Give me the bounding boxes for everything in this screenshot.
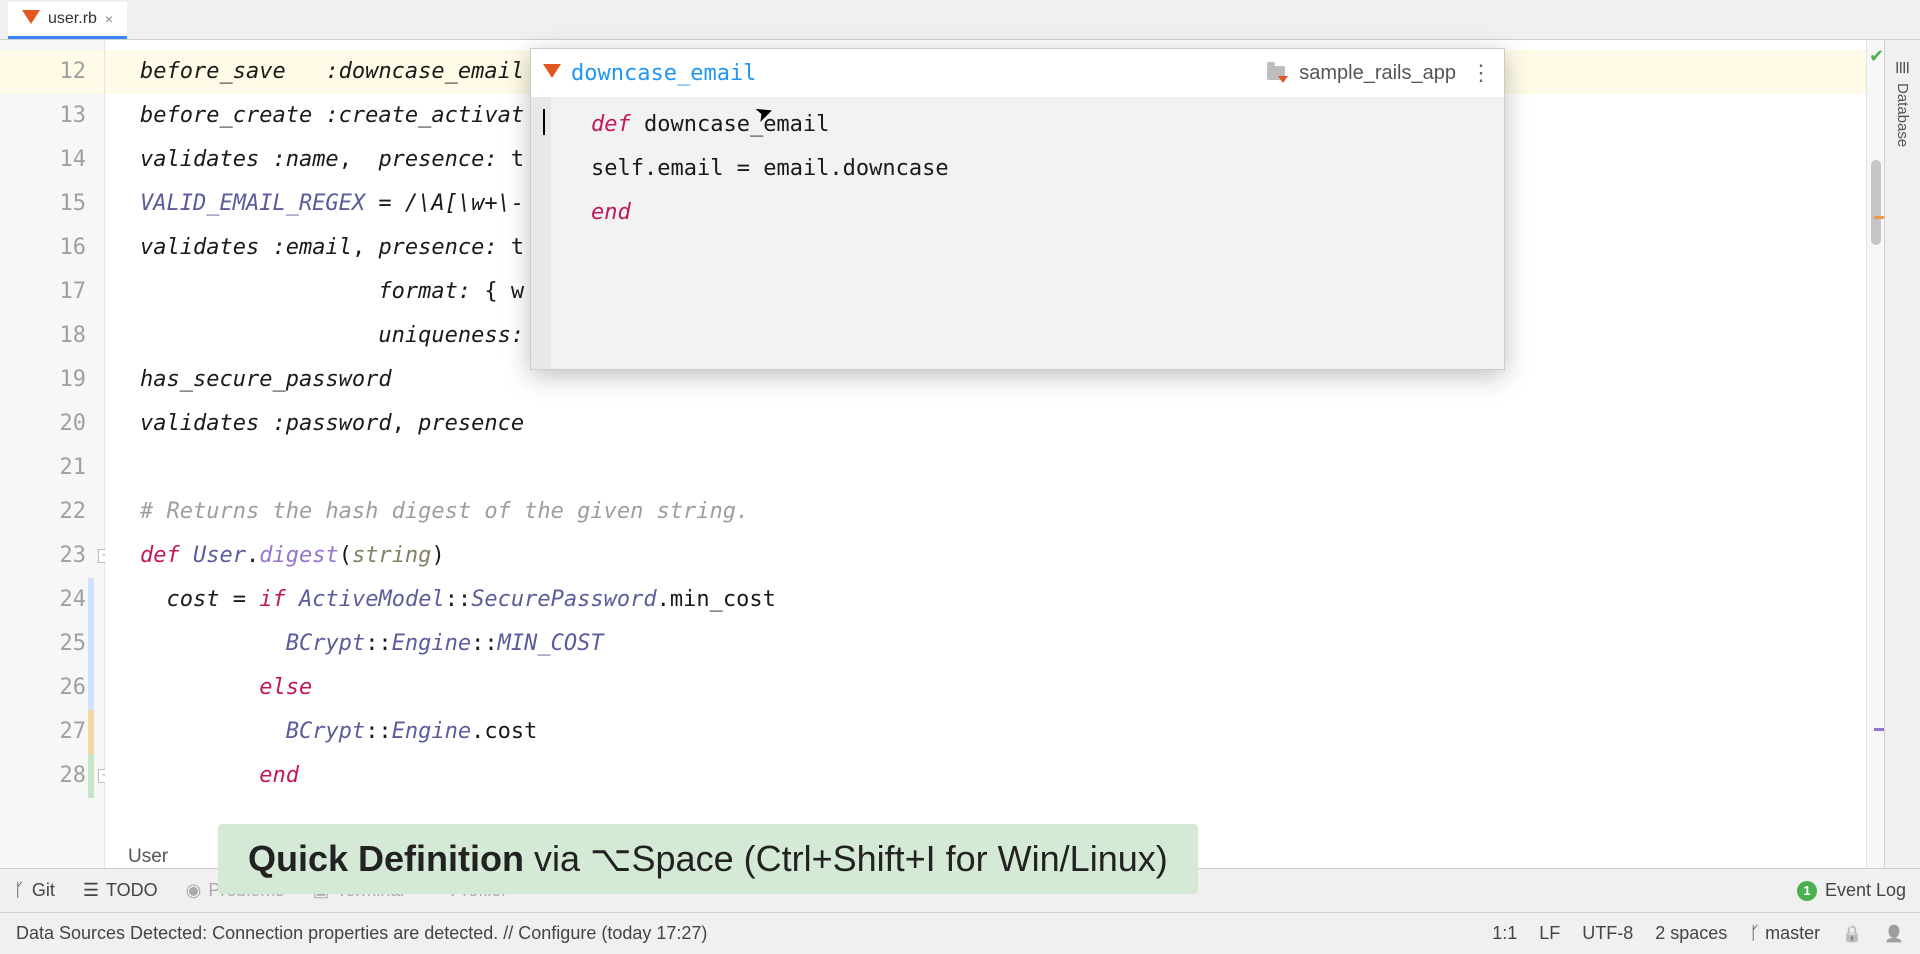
scroll-marker[interactable]	[1874, 728, 1884, 731]
line-number: 15	[0, 182, 104, 226]
line-number: 14	[0, 138, 104, 182]
line-number: 23−	[0, 534, 104, 578]
hint-title: Quick Definition	[248, 838, 524, 879]
database-icon[interactable]: ≣	[1892, 60, 1914, 75]
hint-banner: Quick Definition via ⌥Space (Ctrl+Shift+…	[218, 824, 1198, 894]
change-marker	[88, 710, 94, 754]
popup-caret	[543, 109, 545, 135]
line-number: 12	[0, 50, 104, 94]
line-number: 28−	[0, 754, 104, 798]
file-tab[interactable]: user.rb ×	[8, 2, 127, 39]
line-number: 27	[0, 710, 104, 754]
popup-symbol-name: downcase_email	[571, 61, 756, 86]
bullet-icon: ◉	[186, 880, 202, 901]
event-log-button[interactable]: 1 Event Log	[1797, 880, 1906, 901]
file-encoding[interactable]: UTF-8	[1582, 923, 1633, 944]
list-icon: ☰	[83, 880, 99, 901]
more-options-icon[interactable]: ⋮	[1470, 60, 1492, 86]
line-number: 17	[0, 270, 104, 314]
branch-icon	[14, 880, 25, 901]
line-number: 24	[0, 578, 104, 622]
project-folder-icon	[1267, 66, 1285, 80]
caret-position[interactable]: 1:1	[1492, 923, 1517, 944]
ruby-file-icon	[22, 10, 40, 28]
hint-text: via ⌥Space (Ctrl+Shift+I for Win/Linux)	[524, 838, 1168, 879]
code-line[interactable]	[105, 446, 1866, 490]
ruby-file-icon	[543, 64, 561, 82]
breadcrumb-item[interactable]: User	[128, 846, 168, 867]
line-number-gutter: 121314151617181920212223−2425262728−	[0, 40, 105, 868]
code-line[interactable]: BCrypt::Engine.cost	[105, 710, 1866, 754]
popup-code-line: def downcase_email	[531, 103, 1504, 147]
code-line[interactable]: BCrypt::Engine::MIN_COST	[105, 622, 1866, 666]
change-marker	[88, 578, 94, 622]
status-message[interactable]: Data Sources Detected: Connection proper…	[16, 923, 707, 944]
line-number: 19	[0, 358, 104, 402]
line-number: 13	[0, 94, 104, 138]
right-tool-sidebar: ≣ Database	[1884, 40, 1920, 868]
change-marker	[88, 754, 94, 798]
status-bar: Data Sources Detected: Connection proper…	[0, 912, 1920, 954]
popup-code-body[interactable]: def downcase_email self.email = email.do…	[531, 97, 1504, 369]
database-tool-label[interactable]: Database	[1894, 83, 1911, 147]
tab-filename: user.rb	[48, 10, 97, 28]
editor-scrollbar[interactable]: ✔	[1866, 40, 1884, 868]
line-number: 26	[0, 666, 104, 710]
line-number: 22	[0, 490, 104, 534]
scroll-marker[interactable]	[1874, 216, 1884, 219]
user-icon[interactable]	[1884, 923, 1904, 944]
popup-gutter	[531, 97, 551, 369]
scroll-thumb[interactable]	[1871, 160, 1881, 245]
close-tab-icon[interactable]: ×	[105, 11, 113, 27]
todo-tool-button[interactable]: ☰ TODO	[83, 880, 158, 901]
code-line[interactable]: end	[105, 754, 1866, 798]
change-marker	[88, 622, 94, 666]
inspection-ok-icon: ✔	[1869, 46, 1884, 67]
popup-code-line: end	[531, 191, 1504, 235]
line-number: 21	[0, 446, 104, 490]
popup-project-name: sample_rails_app	[1299, 62, 1456, 85]
line-number: 25	[0, 622, 104, 666]
line-separator[interactable]: LF	[1539, 923, 1560, 944]
tab-bar: user.rb ×	[0, 0, 1920, 40]
popup-code-line: self.email = email.downcase	[531, 147, 1504, 191]
quick-definition-popup: downcase_email sample_rails_app ⋮ def do…	[530, 48, 1505, 370]
popup-header: downcase_email sample_rails_app ⋮	[531, 49, 1504, 97]
code-line[interactable]: validates :password, presence	[105, 402, 1866, 446]
event-count-badge: 1	[1797, 881, 1817, 901]
code-line[interactable]: def User.digest(string)	[105, 534, 1866, 578]
line-number: 16	[0, 226, 104, 270]
line-number: 20	[0, 402, 104, 446]
code-line[interactable]: cost = if ActiveModel::SecurePassword.mi…	[105, 578, 1866, 622]
code-line[interactable]: else	[105, 666, 1866, 710]
change-marker	[88, 666, 94, 710]
branch-icon	[1749, 923, 1760, 943]
git-tool-button[interactable]: Git	[14, 880, 55, 901]
git-branch[interactable]: master	[1749, 923, 1820, 944]
indent-setting[interactable]: 2 spaces	[1655, 923, 1727, 944]
lock-icon[interactable]	[1842, 923, 1862, 944]
code-line[interactable]: # Returns the hash digest of the given s…	[105, 490, 1866, 534]
line-number: 18	[0, 314, 104, 358]
